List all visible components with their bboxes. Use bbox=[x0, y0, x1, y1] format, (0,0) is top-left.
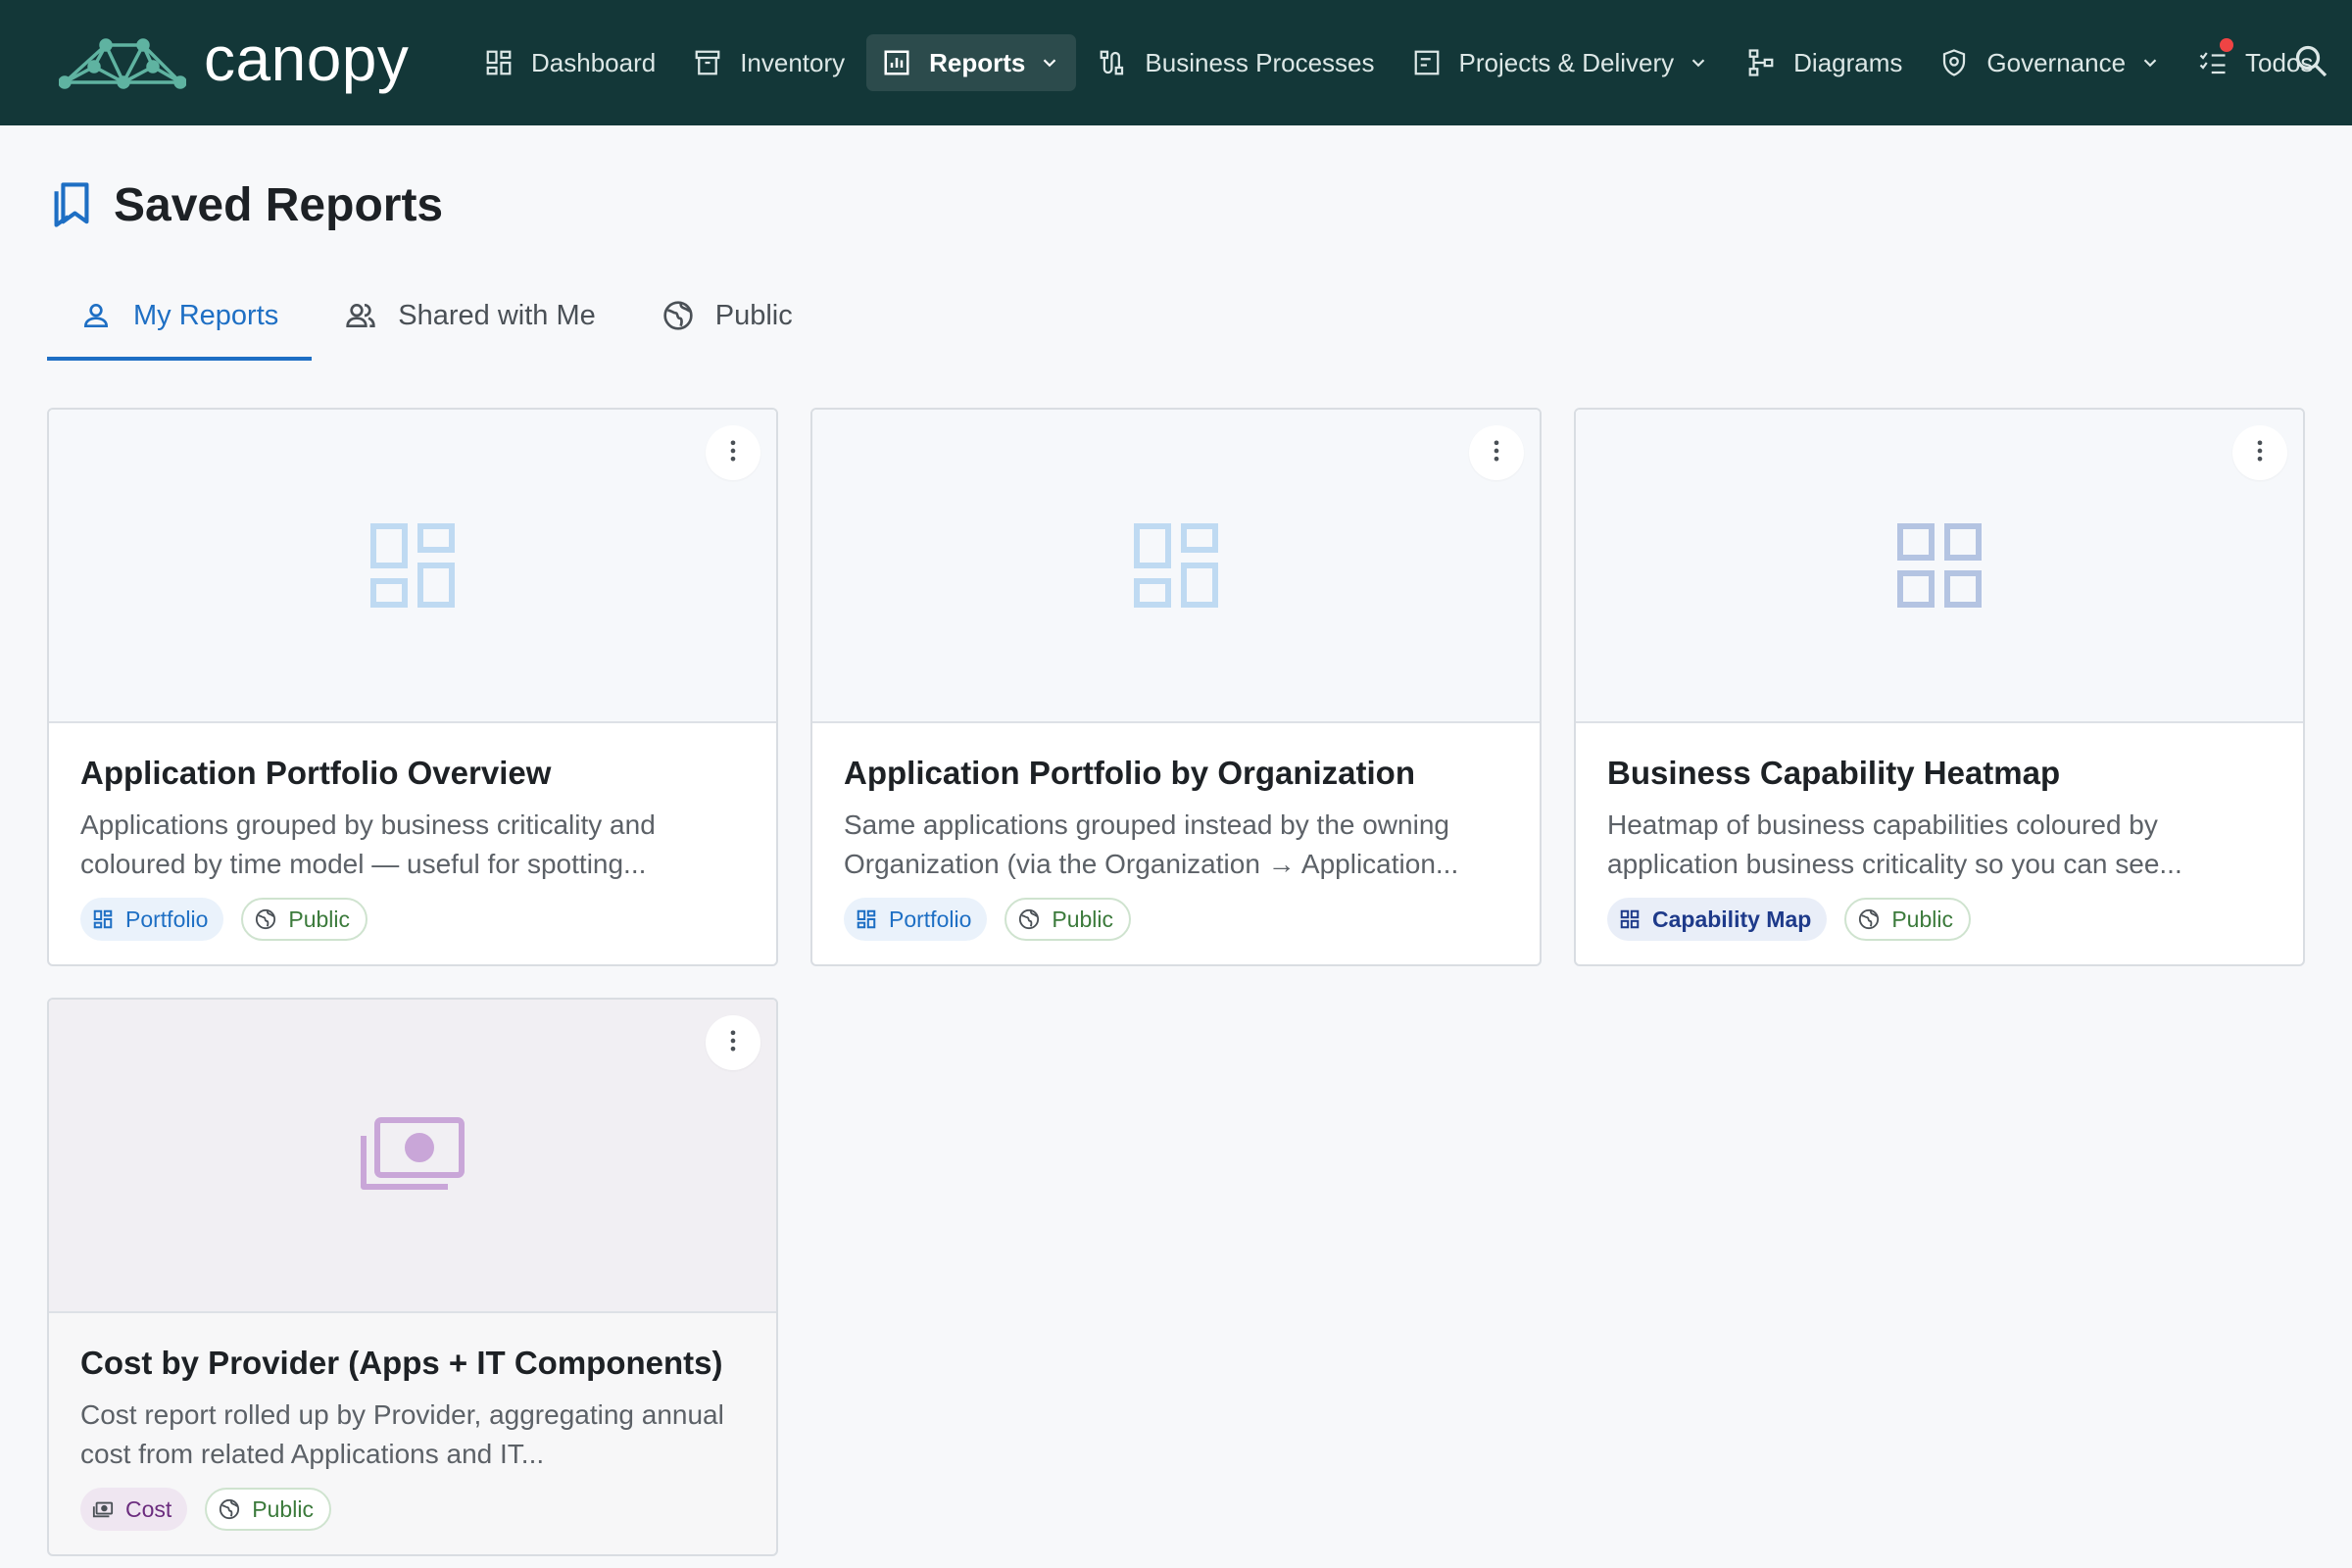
report-description: Cost report rolled up by Provider, aggre… bbox=[80, 1399, 724, 1469]
chevron-down-icon bbox=[1039, 52, 1060, 74]
nav-label: Dashboard bbox=[531, 47, 657, 77]
report-card[interactable]: Application Portfolio Overview Applicati… bbox=[47, 408, 778, 966]
chevron-down-icon bbox=[1688, 52, 1709, 74]
visibility-chip: Public bbox=[205, 1488, 331, 1531]
card-more-button[interactable] bbox=[2232, 425, 2287, 480]
chip-label: Public bbox=[252, 1495, 314, 1522]
nav-item-projects-delivery[interactable]: Projects & Delivery bbox=[1396, 34, 1726, 91]
search-button[interactable] bbox=[2289, 41, 2332, 84]
nav-item-dashboard[interactable]: Dashboard bbox=[468, 34, 671, 91]
portfolio-grid-icon bbox=[368, 521, 457, 610]
main-nav: Dashboard Inventory Reports Business Pro… bbox=[468, 0, 2334, 125]
notification-dot bbox=[2220, 38, 2234, 52]
nav-label: Reports bbox=[929, 47, 1026, 77]
chip-label: Public bbox=[1052, 906, 1114, 932]
report-type-chip: Cost bbox=[80, 1488, 188, 1531]
chip-label: Public bbox=[288, 906, 351, 932]
nav-item-business-processes[interactable]: Business Processes bbox=[1082, 34, 1390, 91]
report-tabs: My Reports Shared with Me Public bbox=[47, 270, 826, 361]
card-more-button[interactable] bbox=[1469, 425, 1524, 480]
globe-icon bbox=[255, 908, 276, 930]
report-type-chip: Portfolio bbox=[80, 898, 224, 941]
nav-item-diagrams[interactable]: Diagrams bbox=[1731, 34, 1918, 91]
brand-wordmark: canopy bbox=[204, 24, 410, 94]
money-icon bbox=[360, 1116, 466, 1195]
page-header: Saved Reports bbox=[51, 174, 443, 235]
report-card[interactable]: Business Capability Heatmap Heatmap of b… bbox=[1574, 408, 2305, 966]
report-thumbnail bbox=[49, 1000, 776, 1313]
top-navigation-bar: canopy Dashboard Inventory Reports Busin… bbox=[0, 0, 2352, 125]
person-icon bbox=[80, 300, 112, 331]
more-vertical-icon bbox=[1483, 437, 1510, 469]
visibility-chip: Public bbox=[1844, 898, 1971, 941]
globe-icon bbox=[1018, 908, 1040, 930]
tab-public[interactable]: Public bbox=[629, 270, 826, 361]
page-title: Saved Reports bbox=[114, 178, 444, 231]
report-description: Heatmap of business capabilities coloure… bbox=[1607, 809, 2182, 879]
report-title[interactable]: Business Capability Heatmap bbox=[1607, 753, 2274, 794]
report-card[interactable]: Cost by Provider (Apps + IT Components) … bbox=[47, 998, 778, 1556]
globe-icon bbox=[662, 300, 694, 331]
tab-label: Public bbox=[714, 299, 793, 331]
report-type-chip: Portfolio bbox=[844, 898, 988, 941]
chip-label: Public bbox=[1891, 906, 1953, 932]
process-icon bbox=[1098, 48, 1127, 77]
portfolio-grid-icon bbox=[92, 908, 114, 930]
capability-grid-icon bbox=[1619, 908, 1641, 930]
report-description: Applications grouped by business critica… bbox=[80, 809, 656, 879]
chip-label: Portfolio bbox=[125, 906, 209, 932]
report-thumbnail bbox=[812, 410, 1540, 723]
visibility-chip: Public bbox=[1004, 898, 1132, 941]
chip-label: Cost bbox=[125, 1495, 172, 1522]
report-title[interactable]: Cost by Provider (Apps + IT Components) bbox=[80, 1343, 747, 1384]
bookmarks-icon bbox=[51, 181, 92, 228]
tab-label: Shared with Me bbox=[398, 299, 596, 331]
money-icon bbox=[92, 1498, 114, 1520]
chip-label: Capability Map bbox=[1652, 906, 1812, 932]
governance-shield-icon bbox=[1939, 48, 1969, 77]
search-icon bbox=[2293, 43, 2328, 83]
portfolio-grid-icon bbox=[856, 908, 877, 930]
report-description: Same applications grouped instead by the… bbox=[844, 809, 1459, 879]
globe-icon bbox=[1858, 908, 1880, 930]
chevron-down-icon bbox=[2139, 52, 2161, 74]
more-vertical-icon bbox=[719, 1027, 747, 1059]
report-thumbnail bbox=[49, 410, 776, 723]
visibility-chip: Public bbox=[241, 898, 368, 941]
diagram-icon bbox=[1746, 48, 1776, 77]
canopy-logo-icon bbox=[59, 33, 186, 92]
chip-label: Portfolio bbox=[889, 906, 972, 932]
people-icon bbox=[345, 300, 376, 331]
card-more-button[interactable] bbox=[706, 1015, 760, 1070]
nav-label: Inventory bbox=[740, 47, 846, 77]
more-vertical-icon bbox=[719, 437, 747, 469]
card-more-button[interactable] bbox=[706, 425, 760, 480]
nav-label: Diagrams bbox=[1793, 47, 1903, 77]
project-icon bbox=[1412, 48, 1442, 77]
report-type-chip: Capability Map bbox=[1607, 898, 1828, 941]
nav-item-reports[interactable]: Reports bbox=[866, 34, 1077, 91]
nav-item-inventory[interactable]: Inventory bbox=[677, 34, 860, 91]
tab-my-reports[interactable]: My Reports bbox=[47, 270, 313, 361]
report-title[interactable]: Application Portfolio by Organization bbox=[844, 753, 1510, 794]
dashboard-icon bbox=[484, 48, 514, 77]
report-thumbnail bbox=[1576, 410, 2303, 723]
globe-icon bbox=[219, 1498, 240, 1520]
report-title[interactable]: Application Portfolio Overview bbox=[80, 753, 747, 794]
more-vertical-icon bbox=[2246, 437, 2274, 469]
todo-list-icon bbox=[2198, 38, 2234, 77]
nav-label: Governance bbox=[1986, 47, 2127, 77]
nav-label: Business Processes bbox=[1145, 47, 1375, 77]
report-chart-icon bbox=[882, 48, 911, 77]
archive-icon bbox=[693, 48, 722, 77]
nav-label: Projects & Delivery bbox=[1458, 47, 1675, 77]
brand-logo[interactable]: canopy bbox=[59, 27, 409, 98]
tab-label: My Reports bbox=[133, 299, 279, 331]
tab-shared-with-me[interactable]: Shared with Me bbox=[312, 270, 629, 361]
report-card[interactable]: Application Portfolio by Organization Sa… bbox=[810, 408, 1542, 966]
portfolio-grid-icon bbox=[1132, 521, 1220, 610]
capability-grid-icon bbox=[1895, 521, 1984, 610]
nav-item-governance[interactable]: Governance bbox=[1924, 34, 2177, 91]
